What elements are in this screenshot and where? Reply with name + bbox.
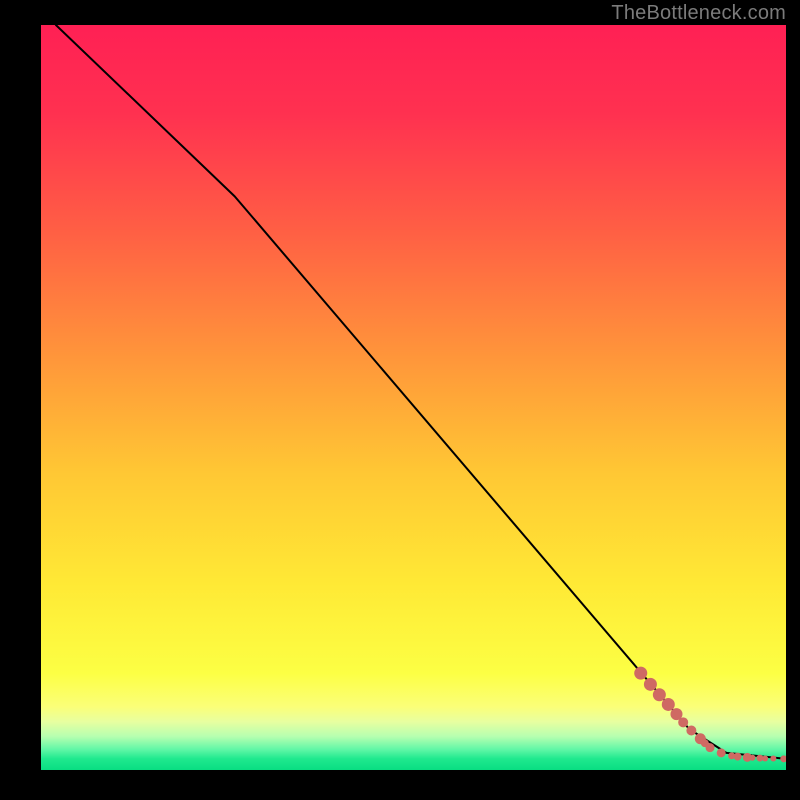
marker-dot xyxy=(762,755,768,761)
marker-dot xyxy=(706,743,715,752)
marker-dot xyxy=(662,698,675,711)
marker-dot xyxy=(749,755,755,761)
plot-area xyxy=(41,25,786,770)
marker-dot xyxy=(717,748,726,757)
marker-dot xyxy=(770,755,776,761)
marker-dot xyxy=(734,753,742,761)
marker-dot xyxy=(653,688,666,701)
marker-dots xyxy=(634,667,786,763)
marker-dot xyxy=(686,726,696,736)
chart-container: TheBottleneck.com xyxy=(0,0,800,800)
watermark-text: TheBottleneck.com xyxy=(611,2,786,25)
curve-line xyxy=(56,25,786,759)
marker-dot xyxy=(634,667,647,680)
marker-dot xyxy=(678,717,688,727)
marker-dot xyxy=(780,755,786,762)
marker-dot xyxy=(644,678,657,691)
chart-overlay xyxy=(41,25,786,770)
